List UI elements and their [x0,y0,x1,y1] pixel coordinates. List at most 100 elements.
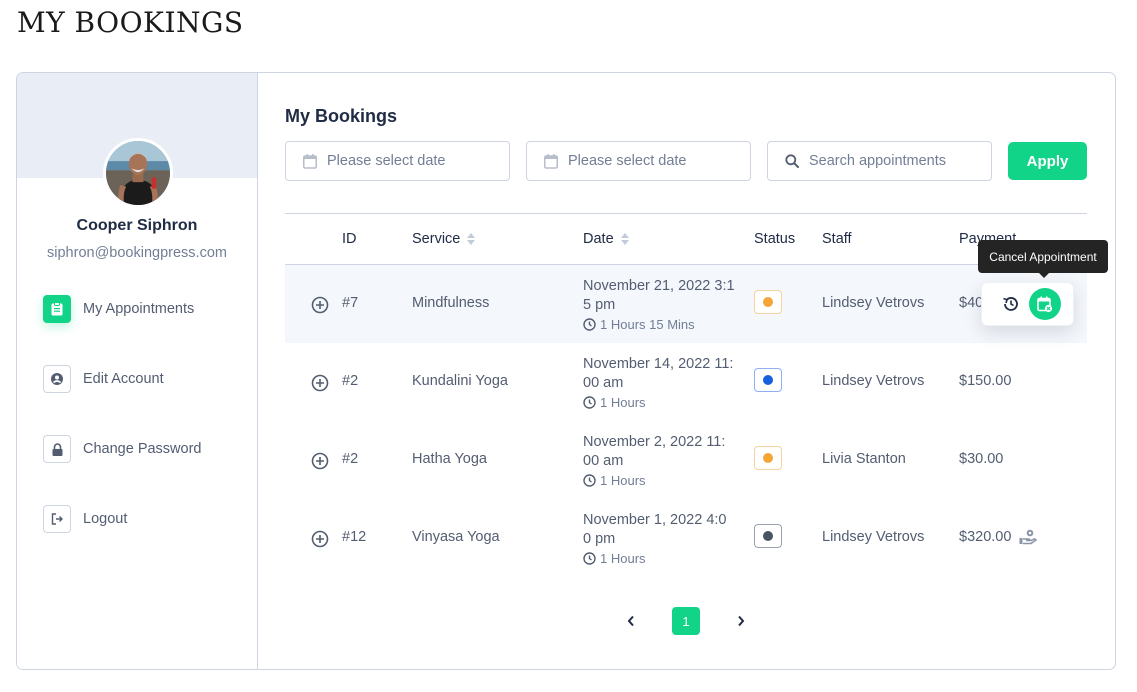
booking-date: November 2, 2022 11: 00 am 1 Hours [583,433,743,490]
duration-text: 1 Hours [600,473,646,488]
date-line-1: November 1, 2022 4:0 [583,512,727,528]
status-badge [754,524,782,548]
date-line-2: 00 am [583,375,624,391]
sort-icon[interactable] [467,233,476,245]
booking-date: November 1, 2022 4:0 0 pm 1 Hours [583,511,743,568]
booking-payment: $150.00 [959,373,1011,389]
booking-id: #7 [342,295,359,311]
date-line-2: 0 pm [583,531,616,547]
payment-amount: $320.00 [959,529,1012,545]
expand-row-icon[interactable] [311,530,329,548]
status-badge [754,290,782,314]
sidebar-item-label: Logout [83,511,128,527]
search-input[interactable]: Search appointments [767,141,992,181]
sidebar-nav: My Appointments Edit Account Change Pass… [43,295,202,575]
column-header-service[interactable]: Service [412,231,476,247]
apply-button[interactable]: Apply [1008,142,1087,180]
booking-date: November 14, 2022 11: 00 am 1 Hours [583,355,743,412]
page-number-button[interactable]: 1 [672,607,700,635]
table-row[interactable]: #7 Mindfulness November 21, 2022 3:1 5 pm 1 … [285,265,1087,343]
expand-row-icon[interactable] [311,452,329,470]
payment-amount: $30.00 [959,451,1004,467]
sidebar-item-change-password[interactable]: Change Password [43,435,202,463]
sidebar-item-my-appointments[interactable]: My Appointments [43,295,202,323]
date-line-1: November 21, 2022 3:1 [583,278,735,294]
status-badge [754,368,782,392]
column-label: Status [754,231,796,247]
column-label: Staff [822,231,852,247]
date-line-2: 00 am [583,453,624,469]
user-circle-icon [43,365,71,393]
avatar [103,138,173,208]
lock-icon [43,435,71,463]
cancel-appointment-tooltip: Cancel Appointment [978,240,1108,278]
column-header-date[interactable]: Date [583,231,629,247]
expand-row-icon[interactable] [311,296,329,314]
calendar-icon [303,153,317,169]
calendar-cancel-icon [1037,296,1053,312]
column-header-status: Status [754,231,795,247]
row-actions-popover [981,282,1074,326]
table-header: ID Service Date Status Staff Payment [285,213,1087,265]
sidebar-item-label: My Appointments [83,301,195,317]
status-dot [763,375,773,385]
sidebar-item-logout[interactable]: Logout [43,505,202,533]
pagination: 1 [285,607,1087,635]
booking-service: Mindfulness [412,295,490,311]
booking-staff: Lindsey Vetrovs [822,295,925,311]
chevron-right-icon[interactable] [727,607,755,635]
sidebar-item-edit-account[interactable]: Edit Account [43,365,202,393]
booking-staff: Livia Stanton [822,451,906,467]
sort-icon[interactable] [620,233,629,245]
clock-icon [583,474,596,487]
booking-payment: $30.00 [959,451,1003,467]
end-date-input[interactable]: Please select date [526,141,751,181]
user-name: Cooper Siphron [76,217,198,234]
bookings-main: My Bookings Please select date Please se… [285,73,1115,669]
column-label: Service [412,231,461,247]
chevron-left-icon[interactable] [617,607,645,635]
date-line-2: 5 pm [583,297,616,313]
cancel-appointment-button[interactable] [1029,288,1061,320]
start-date-input[interactable]: Please select date [285,141,510,181]
column-label: Date [583,231,614,247]
clock-icon [583,318,596,331]
expand-row-icon[interactable] [311,374,329,392]
booking-service: Hatha Yoga [412,451,487,467]
duration-text: 1 Hours [600,551,646,566]
booking-duration: 1 Hours [583,393,743,412]
history-icon[interactable] [999,292,1023,316]
booking-id: #12 [342,529,367,545]
table-row[interactable]: #2 Hatha Yoga November 2, 2022 11: 00 am 1 H… [285,421,1087,499]
clock-icon [583,396,596,409]
table-row[interactable]: #2 Kundalini Yoga November 14, 2022 11: 00 … [285,343,1087,421]
search-placeholder: Search appointments [809,153,947,169]
clock-icon [583,552,596,565]
booking-duration: 1 Hours [583,471,743,490]
duration-text: 1 Hours [600,395,646,410]
booking-staff: Lindsey Vetrovs [822,373,925,389]
hand-coin-icon[interactable] [1019,529,1038,545]
user-email: siphron@bookingpress.com [47,245,227,261]
column-header-id: ID [342,231,357,247]
bookings-card: Cooper Siphron siphron@bookingpress.com … [16,72,1116,670]
table-row[interactable]: #12 Vinyasa Yoga November 1, 2022 4:0 0 pm 1… [285,499,1087,577]
column-header-staff: Staff [822,231,852,247]
booking-id: #2 [342,373,359,389]
logout-icon [43,505,71,533]
section-title: My Bookings [285,106,398,126]
booking-payment: $320.00 [959,529,1038,545]
booking-service: Vinyasa Yoga [412,529,500,545]
sidebar-item-label: Edit Account [83,371,164,387]
status-dot [763,453,773,463]
booking-date: November 21, 2022 3:1 5 pm 1 Hours 15 Mins [583,277,743,334]
booking-id: #2 [342,451,359,467]
column-label: ID [342,231,357,247]
date-line-1: November 14, 2022 11: [583,356,734,372]
payment-amount: $150.00 [959,373,1012,389]
date-line-1: November 2, 2022 11: [583,434,726,450]
bookings-table: ID Service Date Status Staff Payment #7 M… [285,213,1087,577]
profile-sidebar: Cooper Siphron siphron@bookingpress.com … [17,73,258,669]
clipboard-icon [43,295,71,323]
sidebar-item-label: Change Password [83,441,202,457]
